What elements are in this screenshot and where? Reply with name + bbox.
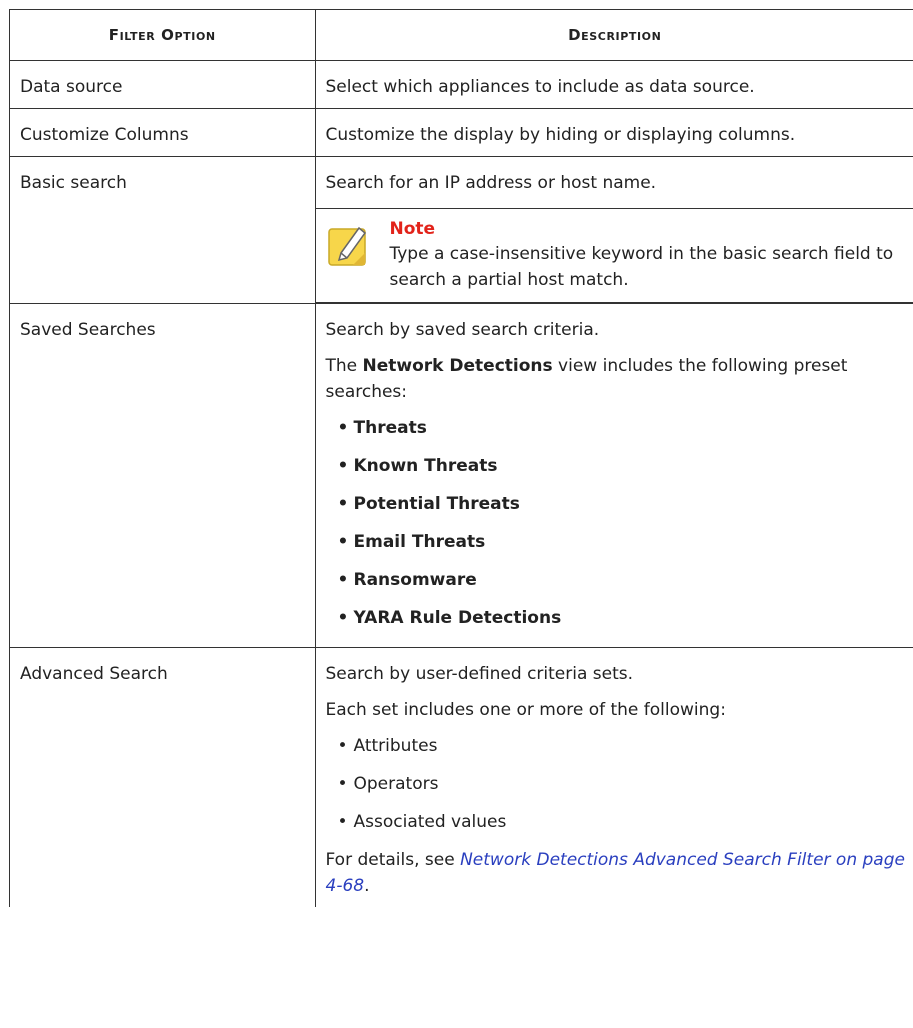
criteria-intro: Each set includes one or more of the fol… (325, 700, 726, 720)
list-item-text: Operators (353, 774, 439, 794)
option-cell: Customize Columns (10, 108, 316, 157)
table-row-basic-search: Basic search Search for an IP address or… (10, 156, 913, 304)
list-item-text: YARA Rule Detections (353, 608, 562, 628)
filter-options-table: Filter Option Description Data source Se… (10, 9, 913, 907)
option-cell: Data source (10, 60, 316, 109)
list-item-text: Known Threats (353, 456, 498, 476)
description-cell: Customize the display by hiding or displ… (315, 108, 913, 157)
description-text: Search by user-defined criteria sets. (325, 664, 634, 684)
filter-options-table-wrapper: Filter Option Description Data source Se… (9, 9, 913, 907)
header-filter-option: Filter Option (10, 9, 316, 61)
list-item: • Email Threats (337, 532, 486, 552)
details-prefix: For details, see (325, 850, 461, 870)
description-cell: Search for an IP address or host name. N… (315, 156, 913, 304)
option-cell: Saved Searches (10, 303, 316, 648)
note-pencil-icon (326, 223, 376, 294)
note-title: Note (389, 219, 436, 239)
description-text: Search by saved search criteria. (325, 320, 600, 340)
details-text: For details, see Network Detections Adva… (326, 847, 913, 899)
description-cell: Search by user-defined criteria sets. Ea… (315, 648, 913, 908)
note-content: Note Type a case-insensitive keyword in … (376, 217, 913, 294)
details-suffix: . (364, 876, 370, 896)
intro-prefix: The (325, 356, 363, 376)
table-header-row: Filter Option Description (10, 9, 913, 61)
list-item: • Associated values (337, 812, 507, 832)
note-box: Note Type a case-insensitive keyword in … (315, 208, 913, 303)
list-item: • Known Threats (337, 456, 498, 476)
network-detections-term: Network Detections (362, 356, 553, 376)
header-description: Description (315, 9, 913, 61)
list-item: • Attributes (337, 736, 438, 756)
list-item-text: Potential Threats (353, 494, 520, 514)
note-body: Type a case-insensitive keyword in the b… (389, 244, 894, 290)
list-item: • YARA Rule Detections (337, 608, 562, 628)
option-cell: Basic search (10, 156, 316, 304)
list-item-text: Threats (353, 418, 427, 438)
description-cell: Search by saved search criteria. The Net… (315, 303, 913, 648)
list-item: • Potential Threats (337, 494, 520, 514)
table-row-advanced-search: Advanced Search Search by user-defined c… (10, 647, 913, 908)
list-item: • Threats (337, 418, 427, 438)
list-item-text: Ransomware (353, 570, 477, 590)
preset-search-list: • Threats • Known Threats • Potential Threa… (326, 415, 913, 631)
description-text: Search for an IP address or host name. (325, 173, 657, 193)
list-item-text: Email Threats (353, 532, 486, 552)
list-item: • Ransomware (337, 570, 477, 590)
description-cell: Select which appliances to include as da… (315, 60, 913, 109)
table-row-saved-searches: Saved Searches Search by saved search cr… (10, 303, 913, 648)
list-item-text: Attributes (353, 736, 438, 756)
criteria-list: • Attributes • Operators • Associated value… (326, 733, 913, 835)
option-cell: Advanced Search (10, 647, 316, 907)
list-item-text: Associated values (353, 812, 507, 832)
table-row-data-source: Data source Select which appliances to i… (10, 60, 913, 109)
table-row-customize-columns: Customize Columns Customize the display … (10, 108, 913, 157)
preset-intro: The Network Detections view includes the… (326, 353, 913, 405)
list-item: • Operators (337, 774, 439, 794)
